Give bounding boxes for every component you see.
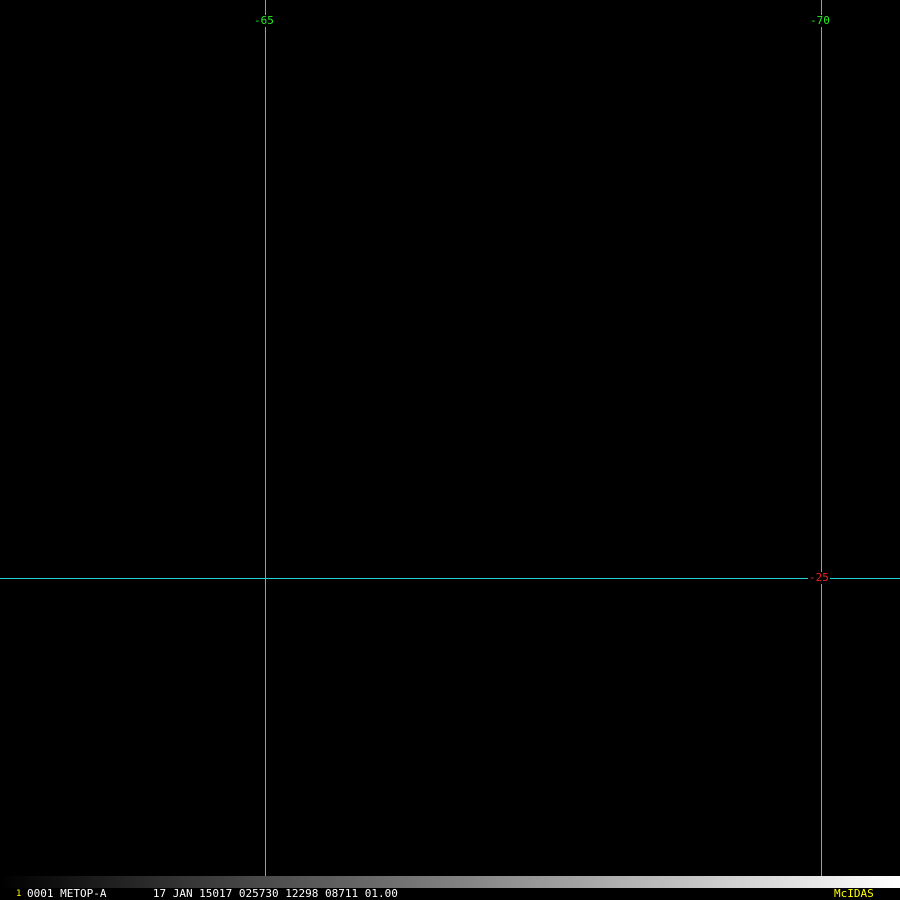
latitude-line-minus-25 [0,578,900,579]
latitude-label-minus-25: -25 [808,571,830,584]
longitude-line-minus-65 [265,0,266,888]
image-header-text: 0001 METOP-A 17 JAN 15017 025730 12298 0… [27,887,398,900]
mcidas-label: McIDAS [834,887,874,900]
frame-number: 1 [16,889,22,899]
longitude-label-minus-70: -70 [809,14,831,27]
longitude-line-minus-70 [821,0,822,888]
longitude-label-minus-65: -65 [253,14,275,27]
status-bar: 1 0001 METOP-A 17 JAN 15017 025730 12298… [0,876,900,900]
satellite-image-frame: -65 -70 -25 1 0001 METOP-A 17 JAN 15017 … [0,0,900,900]
info-strip: 1 0001 METOP-A 17 JAN 15017 025730 12298… [0,888,900,900]
